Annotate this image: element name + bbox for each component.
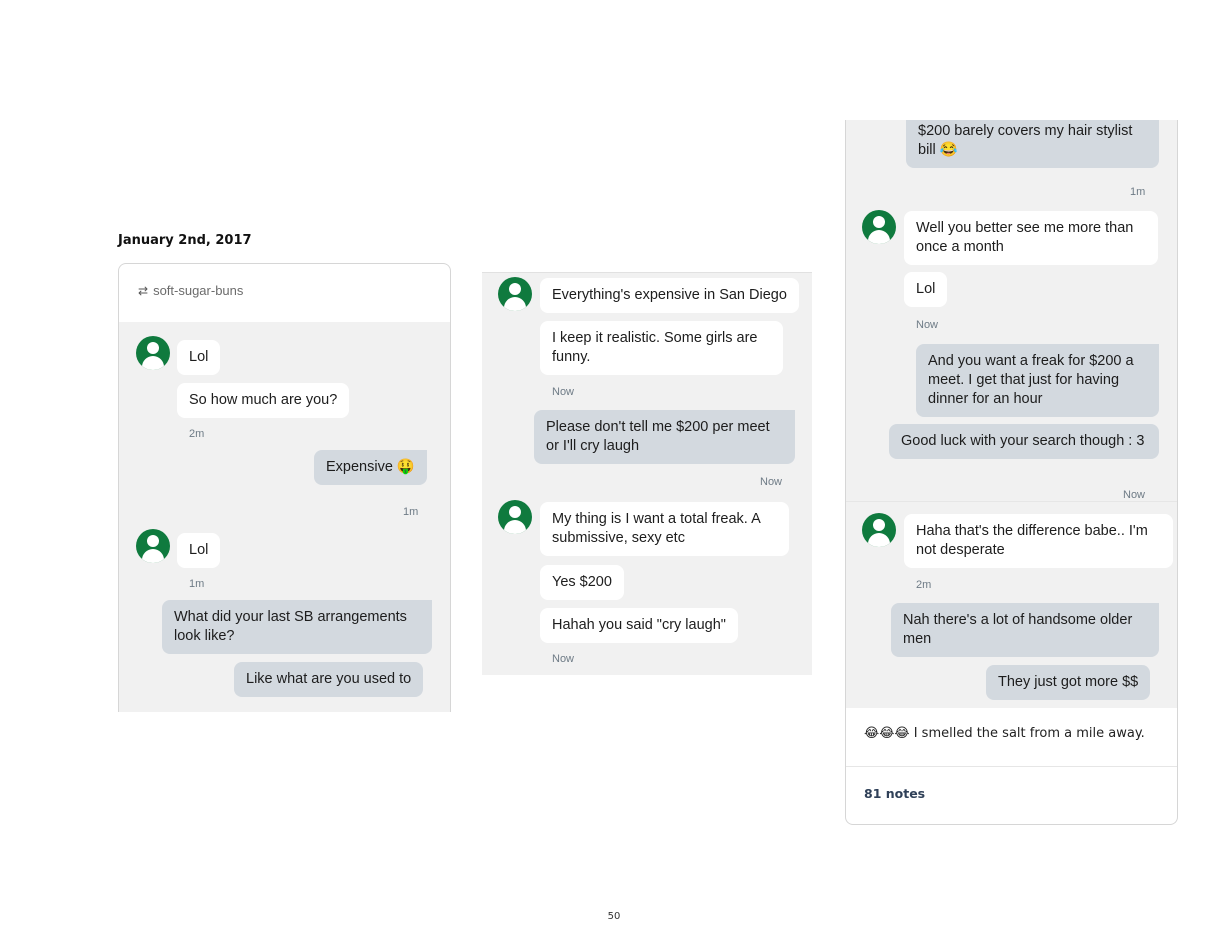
chat-screenshot-1: ⇄ soft-sugar-buns Lol So how much are yo… [118,263,451,712]
page-number: 50 [607,911,621,922]
incoming-message: Lol [904,272,948,307]
outgoing-message: What did your last SB arrangements look … [162,600,432,654]
outgoing-message: Nah there's a lot of handsome older men [891,603,1159,657]
chat-screenshot-2: Everything's expensive in San Diego I ke… [482,272,812,675]
outgoing-message: $200 barely covers my hair stylist bill … [906,120,1159,168]
message-timestamp: Now [552,653,575,665]
incoming-message: I keep it realistic. Some girls are funn… [540,321,783,375]
incoming-message: Everything's expensive in San Diego [540,278,799,313]
screenshot-separator [846,501,1177,502]
incoming-message: My thing is I want a total freak. A subm… [540,502,789,556]
notes-count-link[interactable]: 81 notes [864,786,925,801]
message-timestamp: Now [1123,489,1146,501]
message-timestamp: 1m [189,578,205,590]
incoming-message: So how much are you? [177,383,350,418]
message-timestamp: 1m [403,506,419,518]
outgoing-message: Expensive 🤑 [314,450,427,485]
outgoing-message: They just got more $$ [986,665,1151,700]
outgoing-message: Good luck with your search though : 3 [889,424,1159,459]
message-timestamp: 2m [916,579,932,591]
incoming-message: Haha that's the difference babe.. I'm no… [904,514,1173,568]
incoming-message: Lol [177,340,221,375]
incoming-message: Yes $200 [540,565,624,600]
message-thread: Lol So how much are you? 2m Expensive 🤑 … [119,322,450,712]
message-timestamp: Now [760,476,783,488]
post-caption: 😂😂😂 I smelled the salt from a mile away. [864,726,1145,741]
message-timestamp: 2m [189,428,205,440]
user-avatar-icon [862,210,896,244]
user-avatar-icon [862,513,896,547]
incoming-message: Well you better see me more than once a … [904,211,1158,265]
outgoing-message: And you want a freak for $200 a meet. I … [916,344,1159,417]
outgoing-message: Like what are you used to [234,662,424,697]
incoming-message: Lol [177,533,221,568]
user-avatar-icon [136,529,170,563]
message-timestamp: Now [552,386,575,398]
post-date: January 2nd, 2017 [118,233,252,248]
chat-screenshot-3: $200 barely covers my hair stylist bill … [845,120,1178,825]
outgoing-message: Please don't tell me $200 per meet or I'… [534,410,795,464]
user-avatar-icon [136,336,170,370]
reblog-header[interactable]: ⇄ soft-sugar-buns [138,283,243,298]
message-timestamp: Now [916,319,939,331]
reblog-icon: ⇄ [138,283,149,298]
reblog-username[interactable]: soft-sugar-buns [153,283,243,298]
notes-divider [846,766,1177,767]
message-thread: $200 barely covers my hair stylist bill … [846,120,1177,708]
message-timestamp: 1m [1130,186,1146,198]
incoming-message: Hahah you said "cry laugh" [540,608,738,643]
user-avatar-icon [498,500,532,534]
user-avatar-icon [498,277,532,311]
